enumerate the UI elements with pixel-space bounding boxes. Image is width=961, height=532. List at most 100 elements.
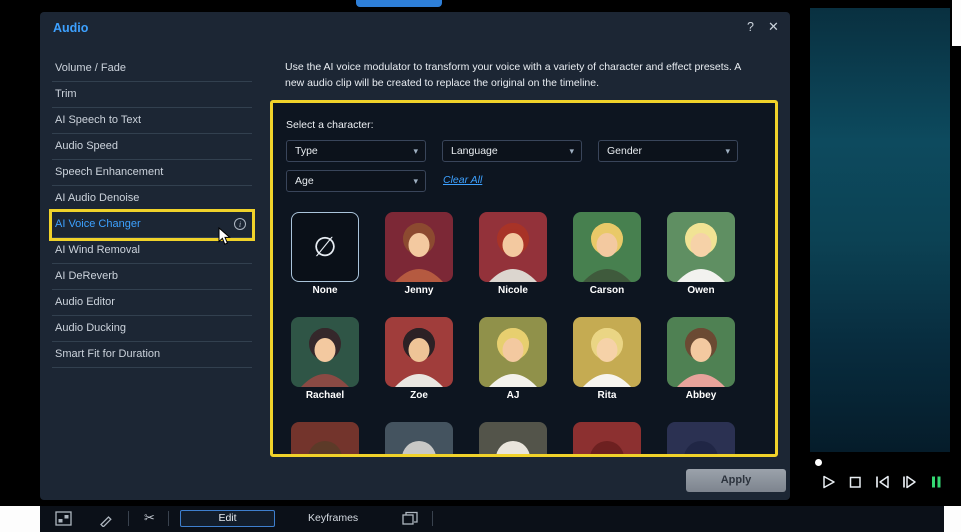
character-name: Owen <box>687 285 715 296</box>
chevron-down-icon: ▾ <box>413 146 418 156</box>
sidebar-item-label: AI Voice Changer <box>55 218 141 230</box>
info-icon[interactable]: i <box>234 218 246 230</box>
seek-slider-thumb[interactable] <box>815 459 822 466</box>
character-name: Nicole <box>497 285 528 296</box>
top-cropped-button[interactable] <box>356 0 442 7</box>
video-preview <box>810 8 950 452</box>
sidebar-item-ai-voice-changer[interactable]: AI Voice Changer i <box>49 209 255 241</box>
audio-sidebar: Volume / Fade Trim AI Speech to Text Audio … <box>49 56 255 368</box>
filter-dropdown-age[interactable]: Age ▾ <box>286 170 426 192</box>
sidebar-item-audio-ducking[interactable]: Audio Ducking <box>52 316 252 342</box>
keyframes-tab[interactable]: Keyframes <box>308 512 358 524</box>
toolbar-divider <box>128 511 129 526</box>
preview-panel <box>796 0 961 532</box>
close-icon[interactable]: ✕ <box>768 19 779 35</box>
sidebar-item-label: Smart Fit for Duration <box>55 348 161 360</box>
character-name: AJ <box>506 390 520 401</box>
edit-mode-button[interactable]: Edit <box>180 510 275 527</box>
filter-dropdown-label: Language <box>451 145 498 157</box>
playback-controls <box>819 473 945 491</box>
avatar-illustration <box>677 328 725 387</box>
sidebar-item-smart-fit-for-duration[interactable]: Smart Fit for Duration <box>52 342 252 368</box>
sidebar-item-ai-speech-to-text[interactable]: AI Speech to Text <box>52 108 252 134</box>
select-character-label: Select a character: <box>286 119 374 131</box>
character-card-carson[interactable] <box>573 212 641 282</box>
step-back-icon <box>876 475 889 489</box>
sidebar-item-ai-dereverb[interactable]: AI DeReverb <box>52 264 252 290</box>
clear-all-link[interactable]: Clear All <box>443 174 482 186</box>
character-card-partial[interactable] <box>667 422 735 454</box>
character-selection-panel: Select a character: Clear All Type ▾ Langu… <box>270 100 778 457</box>
avatar-illustration <box>590 441 624 454</box>
character-card-partial[interactable] <box>573 422 641 454</box>
sidebar-item-label: Volume / Fade <box>55 62 126 74</box>
app-window: Audio ? ✕ Volume / Fade Trim AI Speech to … <box>0 0 961 532</box>
character-card-owen[interactable] <box>667 212 735 282</box>
filter-dropdown-language[interactable]: Language ▾ <box>442 140 582 162</box>
character-card-partial[interactable] <box>385 422 453 454</box>
stop-button[interactable] <box>846 473 864 491</box>
character-card-rachael[interactable] <box>291 317 359 387</box>
sidebar-item-label: AI Wind Removal <box>55 244 140 256</box>
step-forward-icon <box>903 475 916 489</box>
filter-dropdown-type[interactable]: Type ▾ <box>286 140 426 162</box>
toolbar-divider <box>432 511 433 526</box>
keyframe-panel-icon[interactable] <box>55 511 72 526</box>
scissors-icon[interactable]: ✂ <box>144 510 155 526</box>
character-card-partial[interactable] <box>479 422 547 454</box>
sidebar-item-audio-speed[interactable]: Audio Speed <box>52 134 252 160</box>
step-forward-button[interactable] <box>900 473 918 491</box>
sidebar-item-label: Speech Enhancement <box>55 166 164 178</box>
sidebar-item-label: Audio Speed <box>55 140 118 152</box>
filter-dropdown-label: Gender <box>607 145 643 157</box>
avatar-illustration <box>677 223 725 282</box>
pen-tool-icon[interactable] <box>98 511 114 527</box>
dialog-title: Audio <box>53 21 89 35</box>
avatar-illustration <box>402 441 436 454</box>
chevron-down-icon: ▾ <box>413 176 418 186</box>
character-card-abbey[interactable] <box>667 317 735 387</box>
character-name: Rita <box>597 390 617 401</box>
play-button[interactable] <box>819 473 837 491</box>
character-card-nicole[interactable] <box>479 212 547 282</box>
sidebar-item-audio-editor[interactable]: Audio Editor <box>52 290 252 316</box>
help-icon[interactable]: ? <box>747 20 754 34</box>
sidebar-item-trim[interactable]: Trim <box>52 82 252 108</box>
character-card-zoe[interactable] <box>385 317 453 387</box>
character-name: Rachael <box>305 390 345 401</box>
sidebar-item-ai-audio-denoise[interactable]: AI Audio Denoise <box>52 186 252 212</box>
page-background-corner <box>944 506 961 532</box>
none-icon: ∅ <box>313 231 337 262</box>
layers-icon[interactable] <box>402 511 418 526</box>
filter-dropdown-label: Type <box>295 145 318 157</box>
character-name: Carson <box>589 285 625 296</box>
chevron-down-icon: ▾ <box>725 146 730 156</box>
bottom-toolbar: ✂ Edit Keyframes <box>0 506 961 532</box>
sidebar-item-label: AI Audio Denoise <box>55 192 140 204</box>
page-background-corner <box>0 506 40 532</box>
avatar-illustration <box>301 328 349 387</box>
avatar-illustration <box>395 328 443 387</box>
avatar-illustration <box>308 441 342 454</box>
play-icon <box>823 475 835 489</box>
filter-dropdown-gender[interactable]: Gender ▾ <box>598 140 738 162</box>
sidebar-item-label: AI Speech to Text <box>55 114 142 126</box>
apply-button[interactable]: Apply <box>686 469 786 492</box>
character-card-rita[interactable] <box>573 317 641 387</box>
avatar-illustration <box>583 328 631 387</box>
character-card-none[interactable]: ∅ <box>291 212 359 282</box>
sidebar-item-label: AI DeReverb <box>55 270 118 282</box>
pause-icon <box>932 476 941 488</box>
audio-dialog: Audio ? ✕ Volume / Fade Trim AI Speech to … <box>40 12 790 500</box>
page-background-corner <box>952 0 961 46</box>
sidebar-item-volume-fade[interactable]: Volume / Fade <box>52 56 252 82</box>
step-back-button[interactable] <box>873 473 891 491</box>
sidebar-item-ai-wind-removal[interactable]: AI Wind Removal <box>52 238 252 264</box>
character-card-aj[interactable] <box>479 317 547 387</box>
filter-dropdown-label: Age <box>295 175 314 187</box>
character-card-jenny[interactable] <box>385 212 453 282</box>
character-card-partial[interactable] <box>291 422 359 454</box>
chevron-down-icon: ▾ <box>569 146 574 156</box>
pause-button[interactable] <box>927 473 945 491</box>
sidebar-item-speech-enhancement[interactable]: Speech Enhancement <box>52 160 252 186</box>
